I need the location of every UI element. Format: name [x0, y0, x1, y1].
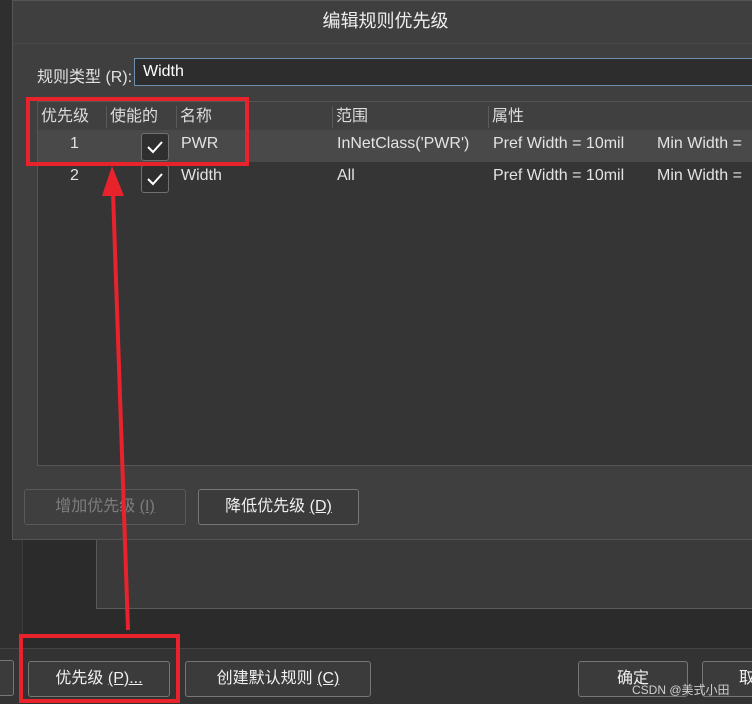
annotation-arrow-icon: [102, 166, 130, 631]
watermark: CSDN @美式小田: [632, 683, 730, 697]
